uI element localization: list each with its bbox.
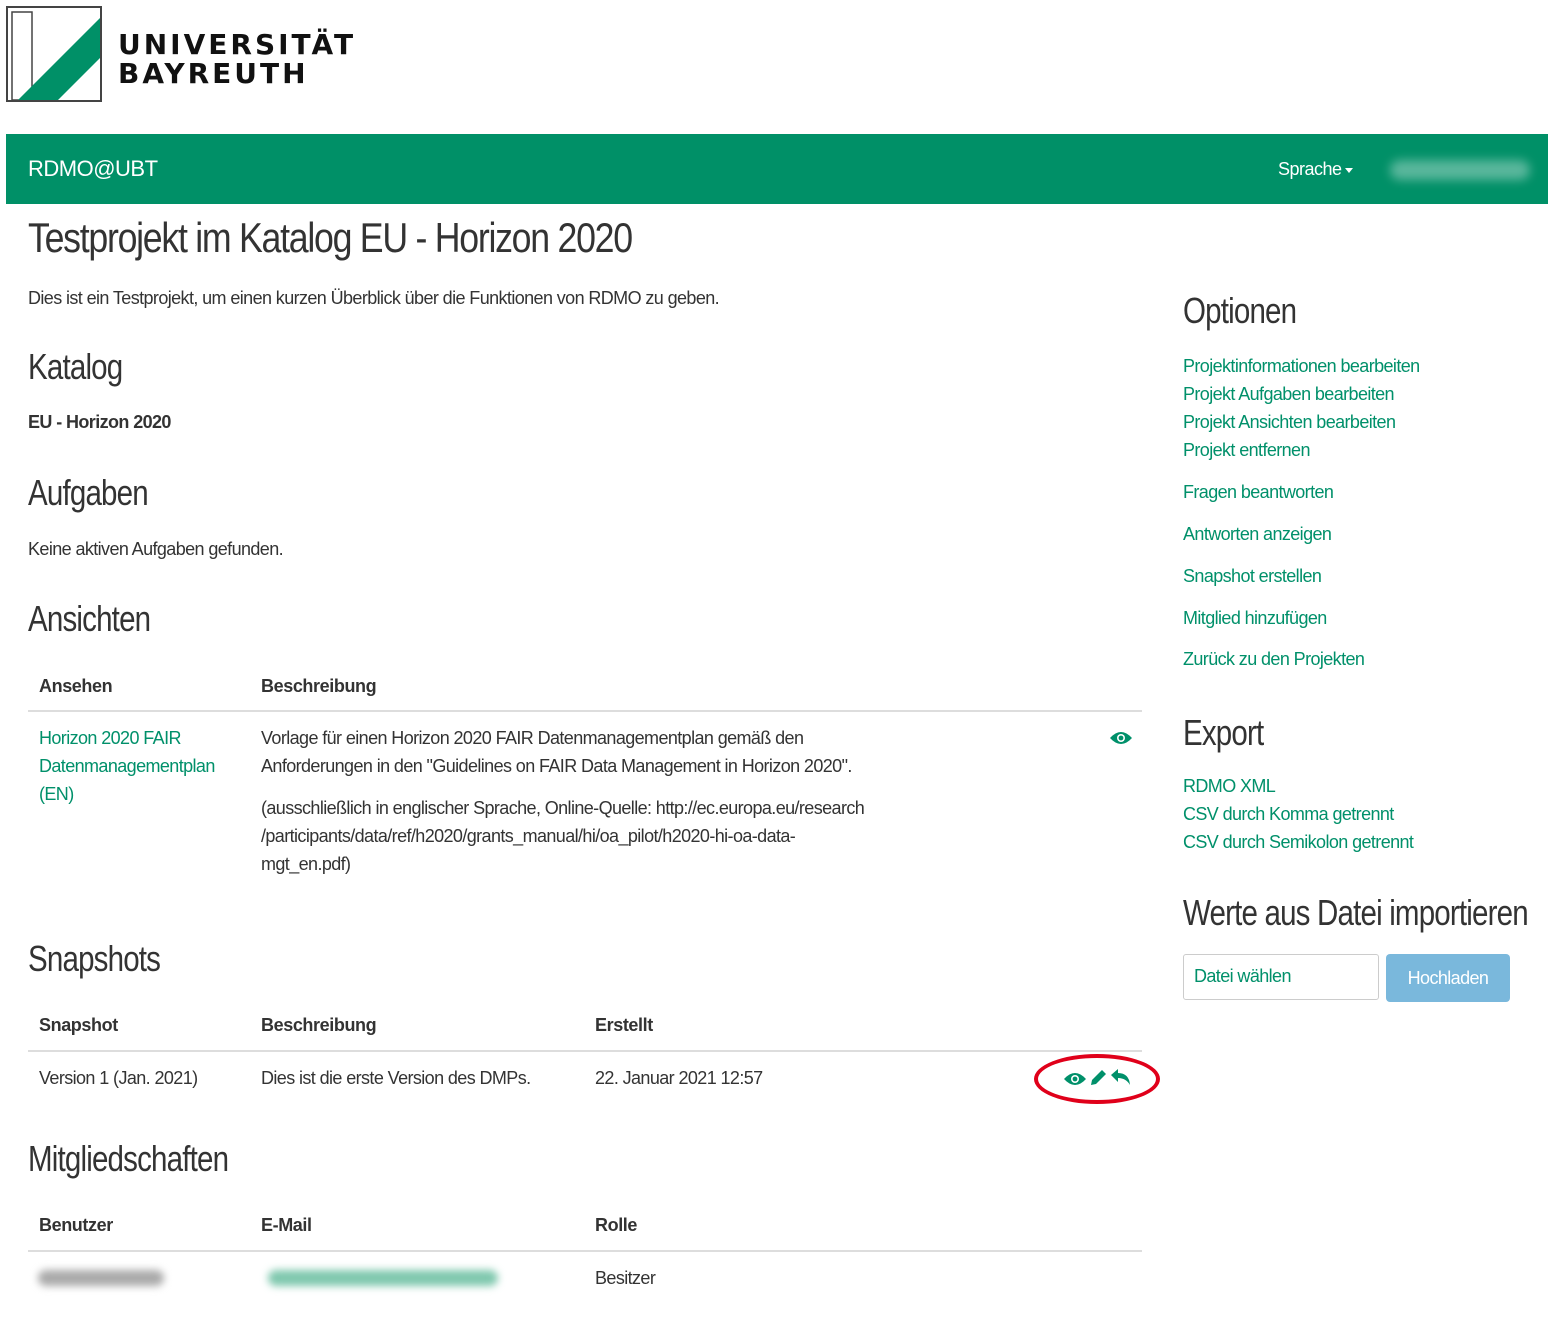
view-link-horizon2020[interactable]: Horizon 2020 FAIR Datenmanagementplan (E…	[39, 724, 215, 808]
view-link-line: Horizon 2020 FAIR	[39, 728, 181, 748]
options-heading: Optionen	[1183, 290, 1297, 331]
memberships-heading: Mitgliedschaften	[28, 1138, 229, 1179]
catalog-heading: Katalog	[28, 346, 123, 387]
member-name-blurred	[38, 1270, 164, 1286]
option-back-to-projects[interactable]: Zurück zu den Projekten	[1183, 649, 1365, 670]
snapshots-heading: Snapshots	[28, 938, 161, 979]
option-edit-project-info[interactable]: Projektinformationen bearbeiten	[1183, 356, 1420, 377]
logo-line-1: UNIVERSITÄT	[118, 28, 357, 61]
views-heading: Ansichten	[28, 598, 151, 639]
option-delete-project[interactable]: Projekt entfernen	[1183, 440, 1310, 461]
eye-icon[interactable]	[1109, 730, 1133, 746]
views-row-name: Horizon 2020 FAIR Datenmanagementplan (E…	[39, 724, 215, 808]
language-dropdown[interactable]: Sprache	[1278, 159, 1353, 180]
view-link-line: Datenmanagementplan	[39, 756, 215, 776]
top-navbar: RDMO@UBT Sprache	[6, 134, 1548, 204]
option-create-snapshot[interactable]: Snapshot erstellen	[1183, 566, 1322, 587]
export-csv-comma[interactable]: CSV durch Komma getrennt	[1183, 804, 1394, 825]
tasks-heading: Aufgaben	[28, 472, 149, 513]
view-note-line: mgt_en.pdf)	[261, 854, 351, 874]
view-desc-line: Anforderungen in den "Guidelines on FAIR…	[261, 756, 852, 776]
view-note-line: /participants/data/ref/h2020/grants_manu…	[261, 826, 796, 846]
brand-link[interactable]: RDMO@UBT	[28, 156, 158, 182]
language-label: Sprache	[1278, 159, 1342, 179]
project-description: Dies ist ein Testprojekt, um einen kurze…	[28, 288, 720, 308]
export-csv-semicolon[interactable]: CSV durch Semikolon getrennt	[1183, 832, 1414, 853]
university-logo: UNIVERSITÄT BAYREUTH	[6, 6, 353, 102]
tasks-empty-message: Keine aktiven Aufgaben gefunden.	[28, 539, 284, 559]
file-choose-input[interactable]: Datei wählen	[1183, 954, 1379, 1000]
snapshots-header-divider	[28, 1050, 1142, 1052]
snapshot-created: 22. Januar 2021 12:57	[595, 1068, 763, 1088]
logo-text: UNIVERSITÄT BAYREUTH	[118, 30, 356, 88]
user-menu-blurred[interactable]	[1390, 160, 1530, 180]
snapshots-col-snapshot: Snapshot	[39, 1015, 118, 1035]
memberships-col-benutzer: Benutzer	[39, 1215, 113, 1235]
page-title: Testprojekt im Katalog EU - Horizon 2020	[28, 214, 633, 261]
option-edit-project-views[interactable]: Projekt Ansichten bearbeiten	[1183, 412, 1396, 433]
logo-mark	[6, 6, 102, 102]
views-row-description: Vorlage für einen Horizon 2020 FAIR Date…	[261, 724, 865, 878]
snapshot-name: Version 1 (Jan. 2021)	[39, 1068, 198, 1088]
snapshots-col-beschreibung: Beschreibung	[261, 1015, 377, 1035]
import-heading: Werte aus Datei importieren	[1183, 892, 1529, 933]
views-col-beschreibung: Beschreibung	[261, 676, 377, 696]
highlight-circle	[1034, 1054, 1160, 1104]
option-add-member[interactable]: Mitglied hinzufügen	[1183, 608, 1327, 629]
option-show-answers[interactable]: Antworten anzeigen	[1183, 524, 1332, 545]
option-edit-project-tasks[interactable]: Projekt Aufgaben bearbeiten	[1183, 384, 1395, 405]
snapshots-col-erstellt: Erstellt	[595, 1015, 653, 1035]
member-email-blurred[interactable]	[268, 1270, 498, 1286]
memberships-col-rolle: Rolle	[595, 1215, 638, 1235]
view-desc-line: Vorlage für einen Horizon 2020 FAIR Date…	[261, 728, 804, 748]
memberships-col-email: E-Mail	[261, 1215, 312, 1235]
option-answer-questions[interactable]: Fragen beantworten	[1183, 482, 1334, 503]
views-header-divider	[28, 710, 1142, 712]
member-role: Besitzer	[595, 1268, 656, 1288]
caret-down-icon	[1344, 167, 1353, 173]
memberships-header-divider	[28, 1250, 1142, 1252]
logo-line-2: BAYREUTH	[118, 57, 309, 90]
snapshot-description: Dies ist die erste Version des DMPs.	[261, 1068, 531, 1088]
catalog-value: EU - Horizon 2020	[28, 412, 171, 432]
view-link-line: (EN)	[39, 784, 74, 804]
upload-button[interactable]: Hochladen	[1386, 954, 1510, 1002]
export-rdmo-xml[interactable]: RDMO XML	[1183, 776, 1276, 797]
views-col-ansehen: Ansehen	[39, 676, 113, 696]
view-note-line: (ausschließlich in englischer Sprache, O…	[261, 798, 865, 818]
export-heading: Export	[1183, 712, 1264, 753]
